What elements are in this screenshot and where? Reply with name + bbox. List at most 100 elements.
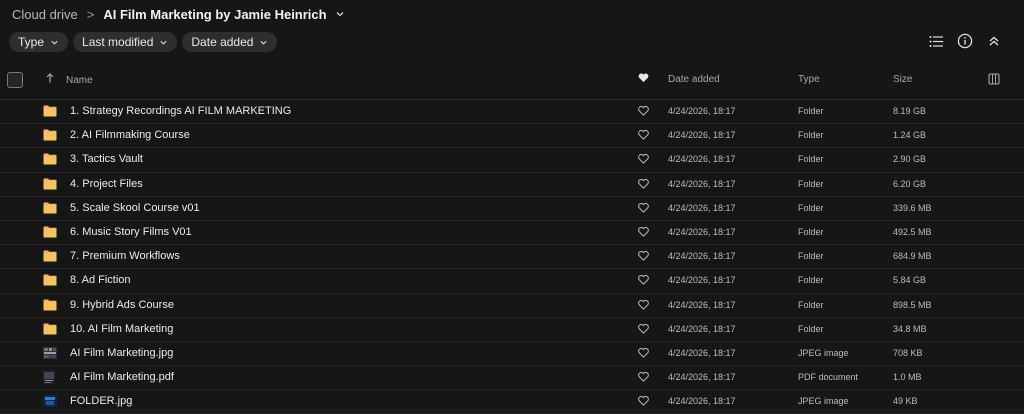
chevron-down-icon — [51, 40, 58, 45]
file-name[interactable]: 10. AI Film Marketing — [70, 323, 173, 335]
heart-outline-icon[interactable] — [638, 299, 649, 313]
folder-icon — [43, 105, 57, 117]
file-type: PDF document — [798, 372, 859, 383]
filter-bar: Type Last modified Date added — [9, 32, 278, 52]
breadcrumb-separator: > — [86, 6, 95, 22]
heart-outline-icon[interactable] — [638, 372, 649, 385]
file-row[interactable]: 1. Strategy Recordings AI FILM MARKETING… — [0, 100, 1024, 125]
file-name[interactable]: AI Film Marketing.jpg — [70, 347, 173, 359]
file-date-added: 4/24/2026, 18:17 — [668, 372, 736, 383]
file-row[interactable]: 2. AI Filmmaking Course 4/24/2026, 18:17 F… — [0, 124, 1024, 149]
sort-arrow-icon[interactable] — [45, 72, 55, 87]
file-row[interactable]: 3. Tactics Vault 4/24/2026, 18:17 Folder 2.… — [0, 148, 1024, 173]
heart-outline-icon[interactable] — [638, 130, 649, 143]
file-date-added: 4/24/2026, 18:17 — [668, 275, 736, 286]
file-date-added: 4/24/2026, 18:17 — [668, 323, 736, 334]
file-type: Folder — [798, 226, 824, 237]
image-thumbnail-icon — [43, 346, 57, 359]
folder-icon — [43, 153, 57, 165]
file-date-added: 4/24/2026, 18:17 — [668, 106, 736, 116]
column-header-date-added[interactable]: Date added — [668, 74, 720, 85]
file-size: 1.0 MB — [893, 372, 922, 383]
breadcrumb-root[interactable]: Cloud drive — [12, 7, 78, 22]
file-size: 49 KB — [893, 396, 918, 407]
heart-outline-icon[interactable] — [638, 106, 649, 119]
file-date-added: 4/24/2026, 18:17 — [668, 178, 736, 189]
file-name[interactable]: 6. Music Story Films V01 — [70, 226, 192, 238]
select-all-checkbox[interactable] — [7, 72, 23, 88]
column-settings-icon[interactable] — [988, 73, 1000, 88]
heart-outline-icon[interactable] — [638, 178, 649, 192]
table-header: Name Date added Type Size — [0, 68, 1024, 100]
type-filter[interactable]: Type — [9, 32, 69, 52]
file-name[interactable]: AI Film Marketing.pdf — [70, 371, 174, 383]
file-type: Folder — [798, 323, 824, 334]
heart-outline-icon[interactable] — [638, 396, 649, 409]
file-name[interactable]: FOLDER.jpg — [70, 395, 132, 407]
file-row[interactable]: 7. Premium Workflows 4/24/2026, 18:17 Fold… — [0, 245, 1024, 270]
folder-icon — [43, 226, 57, 238]
column-header-size[interactable]: Size — [893, 74, 912, 85]
date-added-filter-label: Date added — [191, 35, 254, 49]
file-row[interactable]: 9. Hybrid Ads Course 4/24/2026, 18:17 Fold… — [0, 294, 1024, 318]
file-size: 1.24 GB — [893, 130, 927, 141]
last-modified-filter[interactable]: Last modified — [73, 32, 178, 52]
file-size: 339.6 MB — [893, 202, 932, 213]
file-row[interactable]: FOLDER.jpg 4/24/2026, 18:17 JPEG image 49 K… — [0, 390, 1024, 414]
file-name[interactable]: 5. Scale Skool Course v01 — [70, 202, 200, 214]
heart-outline-icon[interactable] — [638, 154, 649, 167]
file-type: JPEG image — [798, 396, 849, 407]
column-header-type[interactable]: Type — [798, 74, 820, 85]
file-size: 8.19 GB — [893, 106, 927, 116]
heart-outline-icon[interactable] — [638, 323, 649, 337]
file-row[interactable]: 5. Scale Skool Course v01 4/24/2026, 18:1… — [0, 197, 1024, 221]
last-modified-filter-label: Last modified — [82, 35, 154, 49]
file-type: Folder — [798, 202, 824, 213]
heart-icon[interactable] — [638, 73, 649, 86]
column-header-name[interactable]: Name — [66, 75, 93, 86]
list-view-icon[interactable] — [928, 33, 944, 49]
file-date-added: 4/24/2026, 18:17 — [668, 226, 736, 237]
file-date-added: 4/24/2026, 18:17 — [668, 347, 736, 358]
chevron-down-icon — [160, 40, 168, 45]
file-size: 898.5 MB — [893, 299, 932, 310]
heart-outline-icon[interactable] — [638, 202, 649, 216]
file-name[interactable]: 4. Project Files — [70, 178, 143, 190]
heart-outline-icon[interactable] — [638, 347, 649, 361]
file-type: Folder — [798, 154, 824, 165]
heart-outline-icon[interactable] — [638, 226, 649, 240]
file-name[interactable]: 3. Tactics Vault — [70, 153, 143, 165]
pdf-thumbnail-icon — [43, 371, 57, 385]
file-row[interactable]: 8. Ad Fiction 4/24/2026, 18:17 Folder 5.84 … — [0, 269, 1024, 294]
file-row[interactable]: 4. Project Files 4/24/2026, 18:17 Folder 6.… — [0, 173, 1024, 197]
heart-outline-icon[interactable] — [638, 275, 649, 288]
file-row[interactable]: 10. AI Film Marketing 4/24/2026, 18:17 Fol… — [0, 318, 1024, 342]
folder-icon — [43, 323, 57, 335]
file-row[interactable]: AI Film Marketing.pdf 4/24/2026, 18:17 PDF… — [0, 366, 1024, 391]
file-date-added: 4/24/2026, 18:17 — [668, 130, 736, 141]
breadcrumb-current-folder[interactable]: AI Film Marketing by Jamie Heinrich — [103, 7, 326, 22]
file-name[interactable]: 8. Ad Fiction — [70, 274, 131, 286]
file-name[interactable]: 1. Strategy Recordings AI FILM MARKETING — [70, 105, 291, 117]
file-type: Folder — [798, 275, 824, 286]
type-filter-label: Type — [18, 35, 45, 49]
file-size: 684.9 MB — [893, 251, 932, 262]
file-row[interactable]: 6. Music Story Films V01 4/24/2026, 18:17… — [0, 221, 1024, 246]
folder-icon — [43, 250, 57, 262]
file-size: 492.5 MB — [893, 226, 932, 237]
file-type: Folder — [798, 130, 824, 141]
info-icon[interactable] — [957, 33, 973, 49]
collapse-icon[interactable] — [986, 33, 1002, 49]
file-date-added: 4/24/2026, 18:17 — [668, 154, 736, 165]
chevron-down-icon[interactable] — [335, 9, 345, 19]
file-row[interactable]: AI Film Marketing.jpg 4/24/2026, 18:17 JPE… — [0, 342, 1024, 367]
view-toolbar — [928, 33, 1002, 49]
image-thumbnail-icon — [43, 395, 57, 408]
date-added-filter[interactable]: Date added — [182, 32, 278, 52]
file-name[interactable]: 7. Premium Workflows — [70, 250, 180, 262]
file-name[interactable]: 2. AI Filmmaking Course — [70, 129, 190, 141]
heart-outline-icon[interactable] — [638, 251, 649, 264]
file-name[interactable]: 9. Hybrid Ads Course — [70, 299, 174, 311]
folder-icon — [43, 178, 57, 190]
file-size: 5.84 GB — [893, 275, 927, 286]
